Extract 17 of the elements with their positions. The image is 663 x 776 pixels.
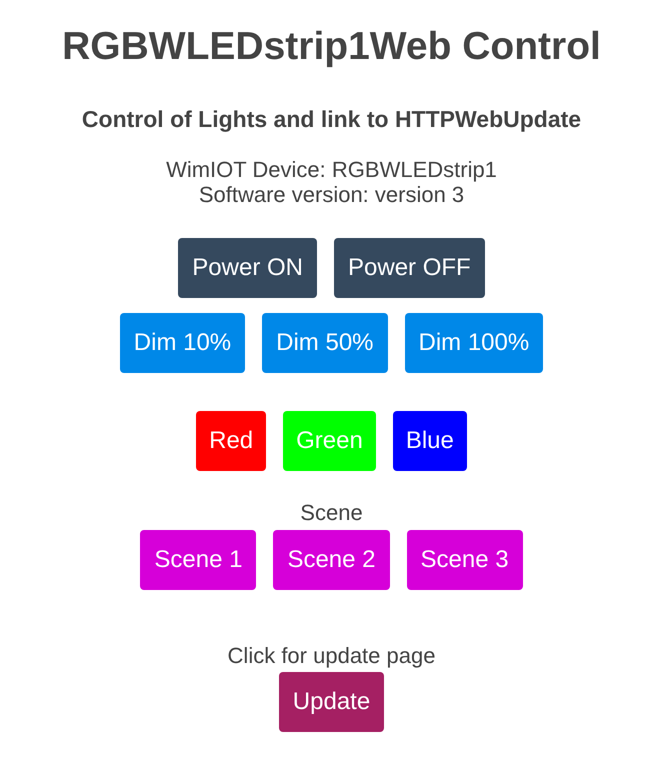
scene-button[interactable]: Scene 3 [406, 530, 523, 590]
color-button[interactable]: Blue [392, 411, 467, 471]
section-heading: Click for update page [228, 643, 436, 668]
page-title: RGBWLEDstrip1Web Control [62, 24, 601, 70]
dim-button[interactable]: Dim 50% [262, 313, 388, 373]
dim-button[interactable]: Dim 100% [404, 313, 544, 373]
color-button[interactable]: Red [196, 411, 266, 471]
dim-button[interactable]: Dim 10% [120, 313, 246, 373]
scene-button[interactable]: Scene 2 [273, 530, 390, 590]
page-subtitle: Control of Lights and link to HTTPWebUpdate [82, 106, 582, 132]
device-info-text: WimIOT Device: RGBWLEDstrip1 [166, 157, 497, 182]
power-button[interactable]: Power OFF [334, 238, 485, 298]
power-button[interactable]: Power ON [178, 238, 317, 298]
device-info-text: Software version: version 3 [198, 182, 464, 207]
section-heading: Scene [300, 500, 363, 525]
scene-button[interactable]: Scene 1 [140, 530, 256, 590]
update-button[interactable]: Update [278, 672, 384, 732]
